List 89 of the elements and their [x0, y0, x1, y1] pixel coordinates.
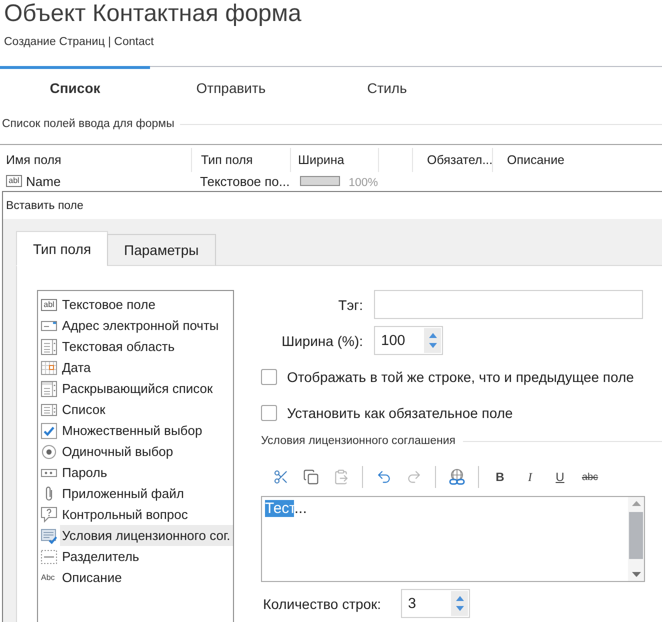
- text-icon: Abc: [41, 572, 57, 582]
- column-header[interactable]: Имя поля: [0, 148, 191, 172]
- dropdown-list-icon: [41, 380, 57, 396]
- spin-down-icon[interactable]: [456, 606, 464, 611]
- list-item[interactable]: Дата: [38, 357, 233, 378]
- column-header[interactable]: Обязател...: [412, 148, 492, 172]
- clipboard-icon: [333, 469, 349, 485]
- question-bubble-icon: [41, 506, 57, 522]
- scroll-down-icon[interactable]: [632, 572, 640, 577]
- bold-button[interactable]: B: [486, 463, 514, 491]
- section-title: Список полей ввода для формы: [2, 117, 174, 131]
- editor-text: Тест: [265, 500, 294, 517]
- field-label: Количество строк:: [263, 596, 382, 612]
- scroll-up-icon[interactable]: [632, 501, 640, 506]
- width-reading: 100%: [348, 176, 378, 188]
- scissors-icon: [273, 469, 289, 485]
- tab[interactable]: Список: [0, 66, 150, 106]
- list-item-label: Одиночный выбор: [62, 444, 174, 459]
- calendar-icon: [41, 360, 57, 376]
- curved-arrow-right-icon: [406, 469, 422, 485]
- column-header[interactable]: Ширина: [290, 148, 378, 172]
- list-box-icon: [41, 402, 57, 418]
- field-label: Ширина (%):: [280, 332, 363, 348]
- checkbox[interactable]: [261, 405, 277, 421]
- spin-up-icon[interactable]: [428, 333, 436, 338]
- list-item[interactable]: Контрольный вопрос: [38, 504, 233, 525]
- column-header[interactable]: Описание: [492, 148, 662, 172]
- list-item[interactable]: Пароль: [38, 462, 233, 483]
- list-item[interactable]: Текстовая область: [38, 336, 233, 357]
- page-title: Объект Контактная форма: [4, 0, 302, 28]
- column-header[interactable]: Тип поля: [191, 148, 290, 172]
- tab[interactable]: Стиль: [312, 66, 462, 106]
- tag-field[interactable]: [374, 290, 643, 319]
- document-check-icon: [41, 528, 57, 544]
- spin-up-icon[interactable]: [456, 596, 464, 601]
- list-item[interactable]: Приложенный файл: [38, 483, 233, 504]
- list-item-label: Контрольный вопрос: [62, 507, 188, 522]
- scrollbar[interactable]: [628, 497, 644, 581]
- strikethrough-button[interactable]: abc: [576, 463, 604, 491]
- list-item[interactable]: Список: [38, 399, 233, 420]
- list-item-label: Пароль: [62, 465, 108, 480]
- dialog-title: Вставить поле: [3, 192, 662, 219]
- tab[interactable]: Параметры: [107, 234, 216, 266]
- line-count-field[interactable]: 3: [401, 589, 470, 618]
- underline-button[interactable]: U: [546, 463, 574, 491]
- list-item-label: Условия лицензионного сог.: [62, 528, 230, 543]
- list-item-label: Раскрывающийся список: [62, 381, 213, 396]
- scrollbar-thumb[interactable]: [629, 512, 643, 559]
- text-area-icon: [41, 338, 57, 354]
- list-item-label: Дата: [62, 360, 91, 375]
- list-item-label: Текстовая область: [62, 339, 175, 354]
- list-item-label: Приложенный файл: [62, 486, 184, 501]
- italic-button[interactable]: I: [516, 463, 544, 491]
- curved-arrow-left-icon: [376, 469, 392, 485]
- list-item[interactable]: Адрес электронной почты: [38, 315, 233, 336]
- field-label: Тэг:: [337, 296, 363, 312]
- field-type: Текстовое по...: [200, 174, 290, 188]
- list-item-label: Разделитель: [62, 549, 140, 564]
- globe-link-icon: [449, 469, 465, 485]
- list-item-label: Текстовое поле: [62, 297, 156, 312]
- section-title: Условия лицензионного соглашения: [261, 434, 456, 448]
- tab[interactable]: Тип поля: [16, 231, 108, 266]
- separator-icon: [41, 548, 57, 564]
- checkbox-icon: [41, 422, 57, 438]
- copy-icon: [303, 469, 319, 485]
- list-item-label: Список: [62, 402, 106, 417]
- list-item-label: Описание: [62, 570, 122, 585]
- list-item-label: Множественный выбор: [62, 423, 202, 438]
- tab[interactable]: Отправить: [156, 66, 306, 106]
- list-item[interactable]: Разделитель: [38, 546, 233, 567]
- field-name: Name: [26, 174, 61, 188]
- checkbox-label: Установить как обязательное поле: [287, 405, 513, 421]
- list-item[interactable]: Одиночный выбор: [38, 441, 233, 462]
- width-field[interactable]: 100: [374, 326, 443, 355]
- breadcrumb: Создание Страниц | Contact: [4, 35, 154, 49]
- text-box-icon: abl: [6, 175, 22, 187]
- radio-button-icon: [41, 444, 57, 460]
- list-item-label: Адрес электронной почты: [62, 318, 219, 333]
- checkbox[interactable]: [261, 369, 277, 385]
- list-item[interactable]: Условия лицензионного сог.: [38, 525, 233, 546]
- list-item[interactable]: Множественный выбор: [38, 420, 233, 441]
- list-item[interactable]: Раскрывающийся список: [38, 378, 233, 399]
- spin-down-icon[interactable]: [428, 343, 436, 348]
- editor-text: ...: [294, 500, 307, 517]
- text-box-icon: abl: [41, 298, 57, 310]
- text-editor[interactable]: Тест...: [261, 496, 645, 582]
- checkbox-label: Отображать в той же строке, что и предыдущее поле: [287, 369, 634, 385]
- list-item[interactable]: abl Текстовое поле: [38, 294, 233, 315]
- list-item[interactable]: Abc Описание: [38, 567, 233, 588]
